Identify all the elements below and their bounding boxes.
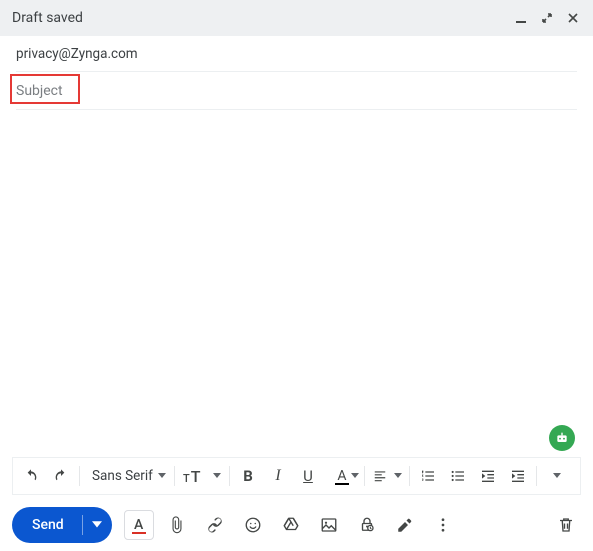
font-family-label: Sans Serif	[92, 468, 153, 484]
to-recipient: privacy@Zynga.com	[16, 46, 138, 62]
align-button[interactable]	[369, 462, 405, 490]
message-body-area	[0, 110, 593, 457]
header-title: Draft saved	[12, 10, 83, 26]
indent-decrease-button[interactable]	[474, 462, 502, 490]
subject-input[interactable]	[16, 79, 577, 103]
subject-field-wrap	[16, 72, 577, 110]
attach-icon[interactable]	[162, 510, 192, 540]
italic-button[interactable]: I	[264, 462, 292, 490]
drive-icon[interactable]	[276, 510, 306, 540]
chevron-down-icon	[394, 473, 402, 479]
format-toolbar: Sans Serif T T B I U A	[12, 457, 581, 495]
bulleted-list-button[interactable]	[444, 462, 472, 490]
toolbar-separator	[174, 466, 175, 486]
close-icon[interactable]	[565, 10, 581, 26]
toolbar-separator	[229, 466, 230, 486]
indent-increase-button[interactable]	[504, 462, 532, 490]
chevron-down-icon	[158, 473, 166, 479]
font-family-picker[interactable]: Sans Serif	[84, 462, 170, 490]
toolbar-separator	[409, 466, 410, 486]
bottom-icons: A	[124, 510, 458, 540]
chevron-down-icon	[92, 521, 102, 529]
assistant-icon[interactable]	[549, 425, 575, 451]
text-color-toggle[interactable]: A	[124, 510, 154, 540]
underline-button[interactable]: U	[294, 462, 322, 490]
compose-fields: privacy@Zynga.com	[0, 36, 593, 110]
chevron-down-icon	[213, 473, 221, 479]
trash-icon[interactable]	[551, 510, 581, 540]
toolbar-separator	[364, 466, 365, 486]
chevron-down-icon	[553, 473, 561, 479]
minimize-icon[interactable]	[513, 10, 529, 26]
font-size-picker[interactable]: T T	[179, 462, 225, 490]
numbered-list-button[interactable]	[414, 462, 442, 490]
signature-icon[interactable]	[390, 510, 420, 540]
message-body-input[interactable]	[16, 118, 577, 449]
send-group: Send	[12, 507, 112, 543]
text-color-swatch	[132, 532, 146, 534]
image-icon[interactable]	[314, 510, 344, 540]
header-controls	[513, 10, 581, 26]
font-size-label: T T	[183, 467, 200, 486]
bottom-bar: Send A	[0, 499, 593, 551]
link-icon[interactable]	[200, 510, 230, 540]
compose-header: Draft saved	[0, 0, 593, 36]
undo-button[interactable]	[17, 462, 45, 490]
text-color-swatch	[335, 483, 349, 485]
more-formatting-button[interactable]	[541, 462, 569, 490]
more-options-icon[interactable]	[428, 510, 458, 540]
bold-button[interactable]: B	[234, 462, 262, 490]
redo-button[interactable]	[47, 462, 75, 490]
confidential-icon[interactable]	[352, 510, 382, 540]
chevron-down-icon	[351, 473, 359, 479]
to-field[interactable]: privacy@Zynga.com	[16, 36, 577, 72]
emoji-icon[interactable]	[238, 510, 268, 540]
popout-icon[interactable]	[539, 10, 555, 26]
toolbar-separator	[79, 466, 80, 486]
send-options-button[interactable]	[82, 507, 112, 543]
toolbar-separator	[536, 466, 537, 486]
send-button[interactable]: Send	[12, 507, 82, 543]
text-color-button[interactable]: A	[324, 462, 360, 490]
